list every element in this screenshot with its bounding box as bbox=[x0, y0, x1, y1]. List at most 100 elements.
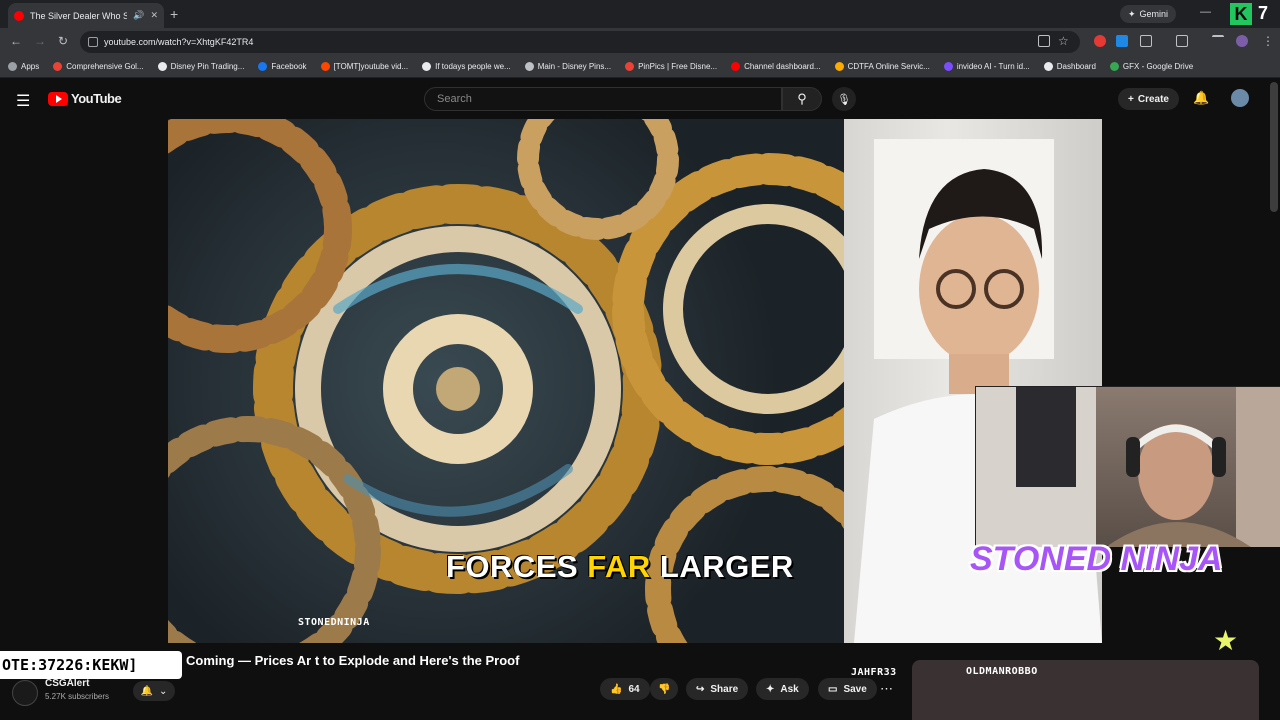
subtitle-text-post: LARGER bbox=[650, 549, 794, 584]
bookmark-favicon-icon bbox=[422, 62, 432, 71]
reload-icon[interactable]: ↻ bbox=[58, 34, 68, 48]
ask-button[interactable]: ✦ Ask bbox=[756, 678, 809, 700]
subtitle-highlight: FAR bbox=[587, 549, 651, 584]
bookmark-label: Facebook bbox=[271, 62, 307, 71]
speaker-icon[interactable]: 🔊 bbox=[133, 10, 144, 21]
bookmark-item[interactable]: Channel dashboard... bbox=[731, 62, 821, 71]
minimize-icon[interactable]: — bbox=[1200, 6, 1211, 18]
hamburger-menu-icon[interactable]: ☰ bbox=[16, 91, 30, 111]
gemini-button[interactable]: ✦ Gemini bbox=[1120, 5, 1177, 23]
site-info-icon[interactable] bbox=[88, 37, 98, 47]
bookmark-label: Disney Pin Trading... bbox=[170, 62, 245, 71]
bookmark-label: GFX - Google Drive bbox=[1122, 62, 1194, 71]
bookmark-label: PinPics | Free Disne... bbox=[638, 62, 718, 71]
more-actions-icon[interactable]: ⋯ bbox=[880, 681, 893, 697]
channel-name[interactable]: CSGAlert bbox=[45, 678, 89, 689]
bookmark-item[interactable]: Dashboard bbox=[1043, 62, 1096, 71]
bell-icon: 🔔 bbox=[140, 685, 154, 697]
extension-blue-icon[interactable] bbox=[1116, 35, 1128, 47]
youtube-favicon-icon bbox=[14, 10, 24, 21]
bookmark-item[interactable]: [TOMT]youtube vid... bbox=[320, 62, 408, 71]
voice-search-button[interactable]: 🎙 bbox=[832, 87, 856, 111]
channel-subscribers: 5.27K subscribers bbox=[45, 692, 110, 701]
forward-icon[interactable]: → bbox=[34, 34, 46, 48]
bookmark-favicon-icon bbox=[8, 62, 17, 71]
bookmark-favicon-icon bbox=[53, 62, 63, 71]
like-button[interactable]: 👍 64 bbox=[600, 678, 650, 700]
dislike-button[interactable]: 👎 bbox=[650, 678, 679, 700]
save-label: Save bbox=[843, 683, 867, 695]
video-subtitle: FORCES FAR LARGER bbox=[446, 549, 794, 585]
bookmark-star-icon[interactable]: ☆ bbox=[1058, 34, 1069, 48]
star-sticker-icon: ★ bbox=[1213, 625, 1239, 656]
save-icon: ▭ bbox=[828, 683, 838, 695]
bookmark-item[interactable]: invideo AI - Turn id... bbox=[943, 62, 1030, 71]
extension-k-icon[interactable]: K bbox=[1230, 3, 1252, 25]
sparkle-icon: ✦ bbox=[766, 683, 775, 695]
video-title: Coming — Prices Ar t to Explode and Here… bbox=[186, 653, 520, 668]
bookmark-item[interactable]: PinPics | Free Disne... bbox=[625, 62, 717, 71]
bookmark-favicon-icon bbox=[943, 62, 953, 71]
microphone-icon: 🎙 bbox=[837, 93, 851, 106]
share-label: Share bbox=[710, 683, 739, 695]
browser-toolbar: ← → ↻ youtube.com/watch?v=XhtgKF42TR4 ☆ … bbox=[0, 28, 1280, 56]
bookmark-label: Main - Disney Pins... bbox=[537, 62, 612, 71]
browser-tab-strip: The Silver Dealer Who Saw 🔊 ✕ + ✦ Gemini… bbox=[0, 0, 1280, 28]
streamer-name-overlay: STONED NINJA bbox=[970, 540, 1223, 578]
channel-avatar[interactable] bbox=[12, 680, 38, 706]
chevron-down-icon: ⌄ bbox=[159, 685, 168, 697]
media-controls-icon[interactable] bbox=[1212, 35, 1224, 47]
streamer-figure bbox=[976, 387, 1280, 547]
bookmark-favicon-icon bbox=[1043, 62, 1053, 71]
browser-tab[interactable]: The Silver Dealer Who Saw 🔊 ✕ bbox=[8, 3, 164, 28]
bookmark-item[interactable]: Disney Pin Trading... bbox=[157, 62, 245, 71]
bookmark-item[interactable]: Comprehensive Gol... bbox=[53, 62, 144, 71]
extension-red-icon[interactable] bbox=[1094, 35, 1106, 47]
extension-count: 7 bbox=[1258, 3, 1269, 23]
bookmark-item[interactable]: Apps bbox=[8, 62, 39, 71]
save-button[interactable]: ▭ Save bbox=[818, 678, 877, 700]
overlay-username-3: OLDMANROBBO bbox=[966, 666, 1038, 677]
like-count: 64 bbox=[628, 683, 640, 695]
address-bar[interactable]: youtube.com/watch?v=XhtgKF42TR4 bbox=[80, 31, 1080, 53]
bookmark-item[interactable]: If todays people we... bbox=[422, 62, 511, 71]
thumbs-down-icon: 👎 bbox=[658, 683, 671, 695]
bookmark-favicon-icon bbox=[157, 62, 167, 71]
sidebar-icon[interactable] bbox=[1176, 35, 1188, 47]
url-text: youtube.com/watch?v=XhtgKF42TR4 bbox=[104, 37, 254, 47]
create-button[interactable]: + Create bbox=[1118, 88, 1179, 110]
thumbs-up-icon: 👍 bbox=[610, 683, 623, 695]
cast-icon[interactable] bbox=[1038, 35, 1050, 47]
bookmark-favicon-icon bbox=[1109, 62, 1119, 71]
notifications-bell-icon[interactable]: 🔔 bbox=[1193, 90, 1209, 106]
back-icon[interactable]: ← bbox=[10, 34, 22, 48]
close-tab-icon[interactable]: ✕ bbox=[150, 10, 158, 21]
new-tab-button[interactable]: + bbox=[170, 6, 178, 22]
overlay-username-1: STONEDNINJA bbox=[298, 617, 370, 628]
search-input[interactable]: Search bbox=[424, 87, 782, 111]
share-button[interactable]: ↪ Share bbox=[686, 678, 749, 700]
bookmark-label: If todays people we... bbox=[435, 62, 511, 71]
subscription-bell-button[interactable]: 🔔 ⌄ bbox=[133, 681, 175, 701]
tab-title: The Silver Dealer Who Saw bbox=[30, 10, 128, 21]
bookmark-label: Apps bbox=[21, 62, 40, 71]
bookmark-item[interactable]: Main - Disney Pins... bbox=[524, 62, 612, 71]
subtitle-text-pre: FORCES bbox=[446, 549, 588, 584]
page-scrollbar[interactable] bbox=[1270, 82, 1278, 212]
video-player[interactable]: FORCES FAR LARGER bbox=[168, 119, 1102, 643]
bookmark-item[interactable]: Facebook bbox=[258, 62, 307, 71]
bookmarks-bar: Apps Comprehensive Gol... Disney Pin Tradi… bbox=[0, 56, 1280, 78]
youtube-logo[interactable]: YouTube bbox=[48, 91, 122, 106]
ask-label: Ask bbox=[780, 683, 799, 695]
search-button[interactable]: ⚲ bbox=[782, 87, 822, 111]
profile-icon[interactable] bbox=[1236, 35, 1248, 47]
extensions-puzzle-icon[interactable] bbox=[1140, 35, 1152, 47]
account-avatar[interactable] bbox=[1231, 89, 1249, 107]
create-label: Create bbox=[1137, 93, 1169, 105]
bookmark-item[interactable]: CDTFA Online Servic... bbox=[834, 62, 930, 71]
recommended-card[interactable]: OLDMANROBBO bbox=[912, 660, 1259, 720]
overlay-username-2: JAHFR33 bbox=[851, 667, 897, 678]
menu-dots-icon[interactable]: ⋮ bbox=[1262, 34, 1274, 48]
youtube-header: ☰ YouTube Search ⚲ 🎙 + Create 🔔 bbox=[0, 79, 1280, 119]
bookmark-item[interactable]: GFX - Google Drive bbox=[1109, 62, 1194, 71]
